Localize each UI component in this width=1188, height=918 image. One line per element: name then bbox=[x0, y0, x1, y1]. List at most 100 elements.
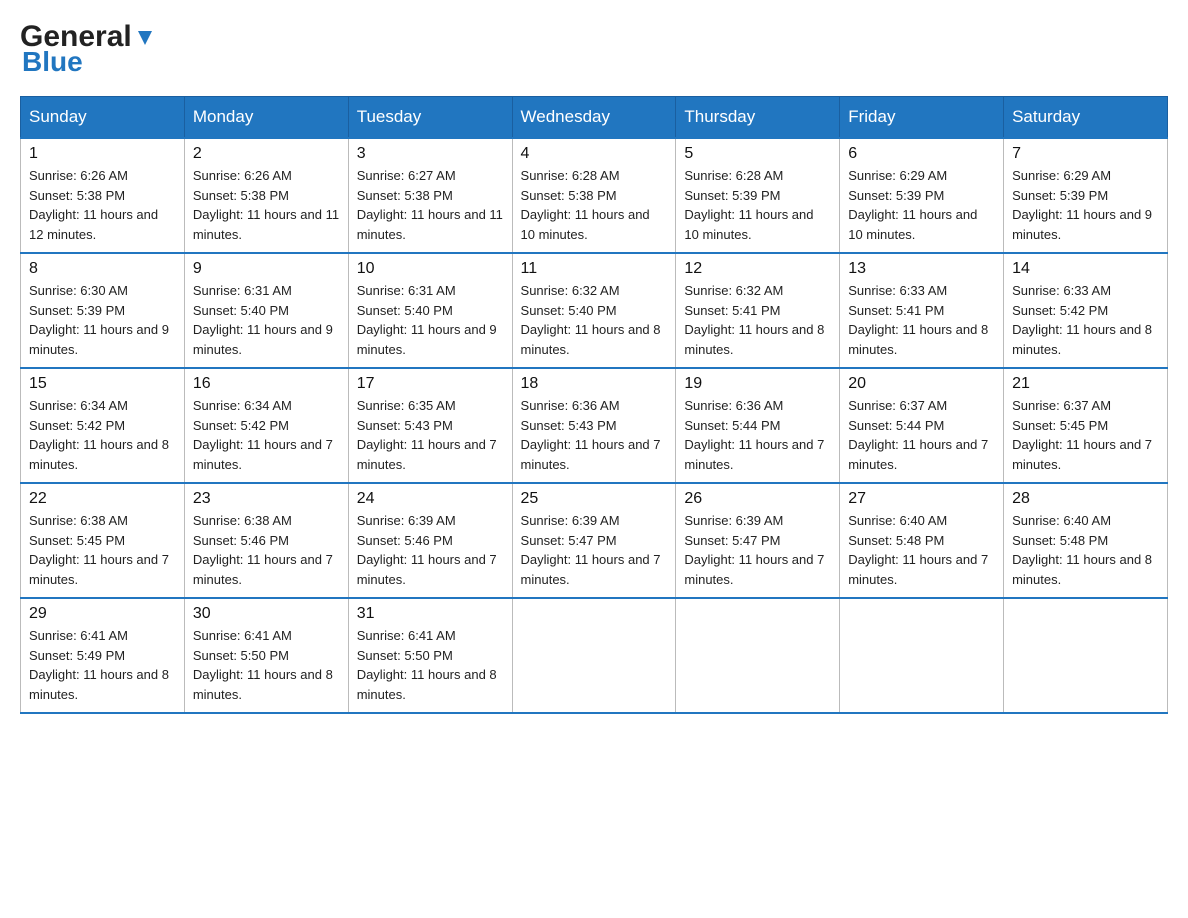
day-info: Sunrise: 6:32 AMSunset: 5:40 PMDaylight:… bbox=[521, 283, 661, 357]
day-number: 15 bbox=[29, 375, 176, 393]
day-info: Sunrise: 6:31 AMSunset: 5:40 PMDaylight:… bbox=[193, 283, 333, 357]
day-number: 7 bbox=[1012, 145, 1159, 163]
day-header-wednesday: Wednesday bbox=[512, 97, 676, 139]
day-info: Sunrise: 6:31 AMSunset: 5:40 PMDaylight:… bbox=[357, 283, 497, 357]
day-number: 23 bbox=[193, 490, 340, 508]
day-number: 1 bbox=[29, 145, 176, 163]
day-number: 14 bbox=[1012, 260, 1159, 278]
day-number: 28 bbox=[1012, 490, 1159, 508]
day-info: Sunrise: 6:34 AMSunset: 5:42 PMDaylight:… bbox=[193, 398, 333, 472]
day-info: Sunrise: 6:34 AMSunset: 5:42 PMDaylight:… bbox=[29, 398, 169, 472]
day-info: Sunrise: 6:38 AMSunset: 5:46 PMDaylight:… bbox=[193, 513, 333, 587]
calendar-cell: 17 Sunrise: 6:35 AMSunset: 5:43 PMDaylig… bbox=[348, 368, 512, 483]
calendar-cell bbox=[512, 598, 676, 713]
day-info: Sunrise: 6:41 AMSunset: 5:50 PMDaylight:… bbox=[357, 628, 497, 702]
calendar-cell: 26 Sunrise: 6:39 AMSunset: 5:47 PMDaylig… bbox=[676, 483, 840, 598]
day-info: Sunrise: 6:28 AMSunset: 5:38 PMDaylight:… bbox=[521, 168, 650, 242]
page-header: General Blue bbox=[20, 20, 1168, 78]
calendar-cell: 15 Sunrise: 6:34 AMSunset: 5:42 PMDaylig… bbox=[21, 368, 185, 483]
logo: General Blue bbox=[20, 20, 156, 78]
calendar-week-row: 1 Sunrise: 6:26 AMSunset: 5:38 PMDayligh… bbox=[21, 138, 1168, 253]
day-info: Sunrise: 6:30 AMSunset: 5:39 PMDaylight:… bbox=[29, 283, 169, 357]
day-number: 25 bbox=[521, 490, 668, 508]
day-number: 9 bbox=[193, 260, 340, 278]
calendar-week-row: 22 Sunrise: 6:38 AMSunset: 5:45 PMDaylig… bbox=[21, 483, 1168, 598]
day-info: Sunrise: 6:27 AMSunset: 5:38 PMDaylight:… bbox=[357, 168, 503, 242]
day-number: 22 bbox=[29, 490, 176, 508]
day-number: 8 bbox=[29, 260, 176, 278]
calendar-week-row: 29 Sunrise: 6:41 AMSunset: 5:49 PMDaylig… bbox=[21, 598, 1168, 713]
calendar-cell: 14 Sunrise: 6:33 AMSunset: 5:42 PMDaylig… bbox=[1004, 253, 1168, 368]
day-info: Sunrise: 6:26 AMSunset: 5:38 PMDaylight:… bbox=[29, 168, 158, 242]
day-number: 4 bbox=[521, 145, 668, 163]
logo-blue-text: Blue bbox=[22, 46, 83, 78]
day-info: Sunrise: 6:28 AMSunset: 5:39 PMDaylight:… bbox=[684, 168, 813, 242]
day-info: Sunrise: 6:32 AMSunset: 5:41 PMDaylight:… bbox=[684, 283, 824, 357]
calendar-cell: 28 Sunrise: 6:40 AMSunset: 5:48 PMDaylig… bbox=[1004, 483, 1168, 598]
day-number: 16 bbox=[193, 375, 340, 393]
day-info: Sunrise: 6:36 AMSunset: 5:44 PMDaylight:… bbox=[684, 398, 824, 472]
day-number: 5 bbox=[684, 145, 831, 163]
day-number: 29 bbox=[29, 605, 176, 623]
calendar-cell: 4 Sunrise: 6:28 AMSunset: 5:38 PMDayligh… bbox=[512, 138, 676, 253]
calendar-cell: 18 Sunrise: 6:36 AMSunset: 5:43 PMDaylig… bbox=[512, 368, 676, 483]
day-number: 17 bbox=[357, 375, 504, 393]
day-info: Sunrise: 6:41 AMSunset: 5:49 PMDaylight:… bbox=[29, 628, 169, 702]
day-header-monday: Monday bbox=[184, 97, 348, 139]
calendar-table: SundayMondayTuesdayWednesdayThursdayFrid… bbox=[20, 96, 1168, 714]
day-info: Sunrise: 6:29 AMSunset: 5:39 PMDaylight:… bbox=[1012, 168, 1152, 242]
day-header-thursday: Thursday bbox=[676, 97, 840, 139]
logo-triangle-icon bbox=[134, 27, 156, 49]
day-info: Sunrise: 6:39 AMSunset: 5:47 PMDaylight:… bbox=[521, 513, 661, 587]
calendar-week-row: 15 Sunrise: 6:34 AMSunset: 5:42 PMDaylig… bbox=[21, 368, 1168, 483]
day-number: 31 bbox=[357, 605, 504, 623]
day-number: 10 bbox=[357, 260, 504, 278]
calendar-cell: 20 Sunrise: 6:37 AMSunset: 5:44 PMDaylig… bbox=[840, 368, 1004, 483]
calendar-cell: 21 Sunrise: 6:37 AMSunset: 5:45 PMDaylig… bbox=[1004, 368, 1168, 483]
calendar-cell: 1 Sunrise: 6:26 AMSunset: 5:38 PMDayligh… bbox=[21, 138, 185, 253]
day-number: 3 bbox=[357, 145, 504, 163]
calendar-cell bbox=[840, 598, 1004, 713]
day-number: 24 bbox=[357, 490, 504, 508]
calendar-cell: 23 Sunrise: 6:38 AMSunset: 5:46 PMDaylig… bbox=[184, 483, 348, 598]
calendar-cell: 31 Sunrise: 6:41 AMSunset: 5:50 PMDaylig… bbox=[348, 598, 512, 713]
calendar-cell: 22 Sunrise: 6:38 AMSunset: 5:45 PMDaylig… bbox=[21, 483, 185, 598]
day-info: Sunrise: 6:26 AMSunset: 5:38 PMDaylight:… bbox=[193, 168, 339, 242]
day-info: Sunrise: 6:37 AMSunset: 5:45 PMDaylight:… bbox=[1012, 398, 1152, 472]
day-info: Sunrise: 6:38 AMSunset: 5:45 PMDaylight:… bbox=[29, 513, 169, 587]
day-number: 13 bbox=[848, 260, 995, 278]
day-number: 30 bbox=[193, 605, 340, 623]
day-info: Sunrise: 6:36 AMSunset: 5:43 PMDaylight:… bbox=[521, 398, 661, 472]
day-number: 12 bbox=[684, 260, 831, 278]
calendar-cell: 3 Sunrise: 6:27 AMSunset: 5:38 PMDayligh… bbox=[348, 138, 512, 253]
day-info: Sunrise: 6:37 AMSunset: 5:44 PMDaylight:… bbox=[848, 398, 988, 472]
calendar-cell: 19 Sunrise: 6:36 AMSunset: 5:44 PMDaylig… bbox=[676, 368, 840, 483]
day-number: 19 bbox=[684, 375, 831, 393]
calendar-cell: 25 Sunrise: 6:39 AMSunset: 5:47 PMDaylig… bbox=[512, 483, 676, 598]
day-info: Sunrise: 6:29 AMSunset: 5:39 PMDaylight:… bbox=[848, 168, 977, 242]
calendar-cell: 13 Sunrise: 6:33 AMSunset: 5:41 PMDaylig… bbox=[840, 253, 1004, 368]
calendar-cell: 29 Sunrise: 6:41 AMSunset: 5:49 PMDaylig… bbox=[21, 598, 185, 713]
calendar-cell: 24 Sunrise: 6:39 AMSunset: 5:46 PMDaylig… bbox=[348, 483, 512, 598]
calendar-cell: 27 Sunrise: 6:40 AMSunset: 5:48 PMDaylig… bbox=[840, 483, 1004, 598]
calendar-week-row: 8 Sunrise: 6:30 AMSunset: 5:39 PMDayligh… bbox=[21, 253, 1168, 368]
calendar-cell: 11 Sunrise: 6:32 AMSunset: 5:40 PMDaylig… bbox=[512, 253, 676, 368]
day-header-saturday: Saturday bbox=[1004, 97, 1168, 139]
calendar-header-row: SundayMondayTuesdayWednesdayThursdayFrid… bbox=[21, 97, 1168, 139]
day-info: Sunrise: 6:39 AMSunset: 5:47 PMDaylight:… bbox=[684, 513, 824, 587]
calendar-cell: 7 Sunrise: 6:29 AMSunset: 5:39 PMDayligh… bbox=[1004, 138, 1168, 253]
day-number: 26 bbox=[684, 490, 831, 508]
day-number: 2 bbox=[193, 145, 340, 163]
day-info: Sunrise: 6:35 AMSunset: 5:43 PMDaylight:… bbox=[357, 398, 497, 472]
calendar-cell: 8 Sunrise: 6:30 AMSunset: 5:39 PMDayligh… bbox=[21, 253, 185, 368]
calendar-cell: 10 Sunrise: 6:31 AMSunset: 5:40 PMDaylig… bbox=[348, 253, 512, 368]
calendar-cell: 6 Sunrise: 6:29 AMSunset: 5:39 PMDayligh… bbox=[840, 138, 1004, 253]
calendar-cell: 16 Sunrise: 6:34 AMSunset: 5:42 PMDaylig… bbox=[184, 368, 348, 483]
calendar-cell: 5 Sunrise: 6:28 AMSunset: 5:39 PMDayligh… bbox=[676, 138, 840, 253]
calendar-cell bbox=[676, 598, 840, 713]
day-info: Sunrise: 6:40 AMSunset: 5:48 PMDaylight:… bbox=[848, 513, 988, 587]
calendar-cell: 12 Sunrise: 6:32 AMSunset: 5:41 PMDaylig… bbox=[676, 253, 840, 368]
day-number: 6 bbox=[848, 145, 995, 163]
day-number: 11 bbox=[521, 260, 668, 278]
day-info: Sunrise: 6:33 AMSunset: 5:41 PMDaylight:… bbox=[848, 283, 988, 357]
